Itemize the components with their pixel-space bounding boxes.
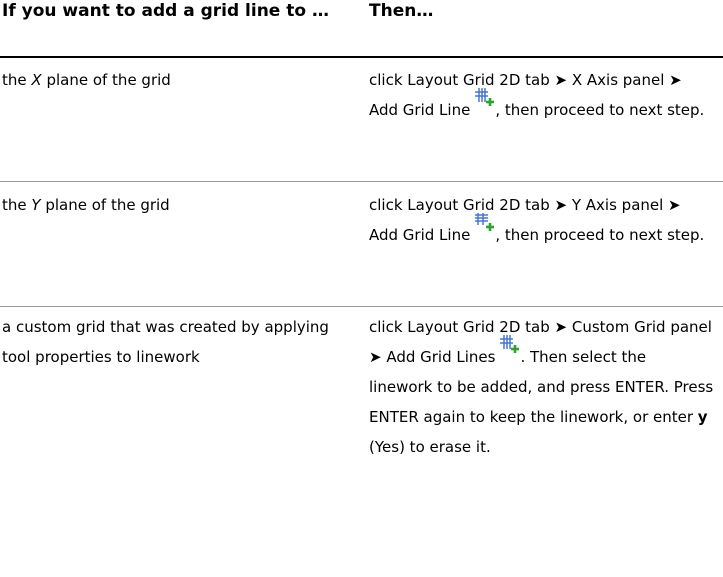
row-1-condition: the X plane of the grid xyxy=(2,71,171,89)
header-condition: If you want to add a grid line to … xyxy=(2,1,329,21)
add-grid-lines-custom-icon xyxy=(498,335,520,364)
yes-key: y xyxy=(697,408,708,426)
add-grid-line-x-icon xyxy=(473,88,495,117)
axis-letter-x: X xyxy=(31,71,42,89)
row-3-action: click Layout Grid 2D tab ➤ Custom Grid p… xyxy=(369,318,714,456)
add-grid-line-y-icon xyxy=(473,213,495,242)
row-3-condition: a custom grid that was created by applyi… xyxy=(2,318,329,366)
axis-letter-y: Y xyxy=(31,196,41,214)
document-page: If you want to add a grid line to … Then… xyxy=(0,0,723,577)
row-2-action: click Layout Grid 2D tab ➤ Y Axis panel … xyxy=(369,196,705,244)
row-1-action: click Layout Grid 2D tab ➤ X Axis panel … xyxy=(369,71,705,119)
row-1-divider xyxy=(0,181,723,182)
row-2-divider xyxy=(0,306,723,307)
header-action: Then… xyxy=(369,1,434,21)
header-rule xyxy=(0,56,723,58)
row-2-condition: the Y plane of the grid xyxy=(2,196,170,214)
